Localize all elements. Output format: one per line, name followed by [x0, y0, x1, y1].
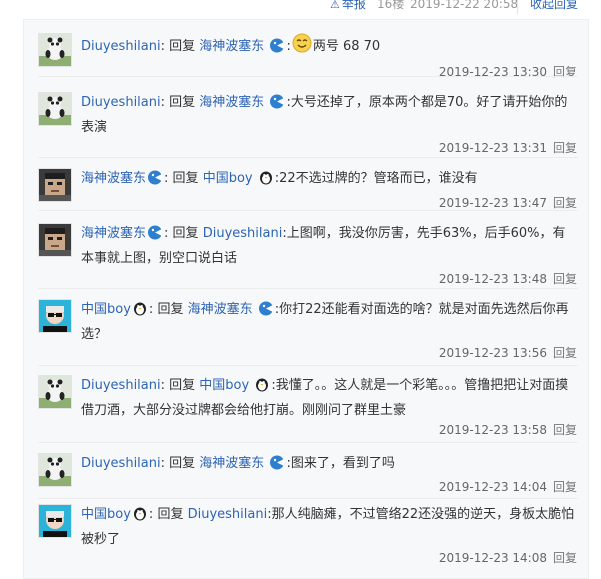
- reply-button[interactable]: 回复: [553, 272, 577, 286]
- reply-time: 2019-12-23 14:04: [438, 480, 547, 494]
- reply-time: 2019-12-23 13:31: [438, 141, 547, 155]
- reply-text: 两号 68 70: [312, 39, 381, 54]
- reply-target[interactable]: Diuyeshilani: [203, 226, 283, 241]
- reply-meta: 2019-12-23 13:30 回复: [439, 64, 577, 80]
- reply-content: 中国boy: 回复 Diuyeshilani:那人纯脑瘫，不过管络22还没强的逆…: [81, 505, 575, 547]
- reply-content: Diuyeshilani: 回复 海神波塞东 :图来了，看到了吗: [81, 453, 577, 478]
- reply-meta: 2019-12-23 14:08 回复: [439, 550, 577, 566]
- reply-author[interactable]: 中国boy: [81, 302, 131, 317]
- post-header-bar: ⚠ 举报 16楼 2019-12-22 20:58 收起回复: [0, 0, 601, 14]
- reply-target[interactable]: 海神波塞东: [199, 39, 264, 54]
- reply-target[interactable]: 海神波塞东: [199, 456, 264, 471]
- reply-button[interactable]: 回复: [553, 141, 577, 155]
- reply-text: 那人纯脑瘫，不过管络22还没强的逆天，身板太脆怕被秒了: [81, 507, 575, 547]
- avatar[interactable]: [38, 375, 72, 409]
- penguin-badge-icon: [132, 300, 148, 324]
- reply-meta: 2019-12-23 13:48 回复: [439, 271, 577, 287]
- badge-icon: [147, 225, 163, 248]
- reply-meta: 2019-12-23 14:04 回复: [439, 479, 577, 495]
- penguin-badge-icon: [254, 376, 270, 400]
- reply-content: 海神波塞东: 回复 Diuyeshilani:上图啊，我没你厉害，先手63%，后…: [81, 225, 566, 266]
- avatar[interactable]: [38, 92, 72, 126]
- reply-divider: [38, 210, 578, 211]
- reply-divider: [38, 76, 578, 77]
- badge-icon: [269, 38, 285, 61]
- penguin-badge-icon: [132, 505, 148, 529]
- avatar[interactable]: [38, 33, 72, 67]
- reply-word: 回复: [169, 378, 196, 393]
- reply-button[interactable]: 回复: [553, 196, 577, 210]
- reply-content: 中国boy: 回复 海神波塞东 :你打22还能看对面选的啥？就是对面先选然后你再…: [81, 300, 569, 342]
- badge-icon: [269, 94, 285, 117]
- reply-word: 回复: [172, 226, 199, 241]
- reply-meta: 2019-12-23 13:47 回复: [439, 195, 577, 211]
- avatar[interactable]: [38, 223, 72, 257]
- reply-time: 2019-12-23 13:47: [438, 196, 547, 210]
- reply-text: 22不选过牌的？管珞而已，谁没有: [279, 171, 478, 186]
- report-link[interactable]: ⚠ 举报: [330, 0, 366, 13]
- reply-word: 回复: [169, 39, 196, 54]
- avatar[interactable]: [38, 504, 72, 538]
- reply-divider: [38, 498, 578, 499]
- reply-author[interactable]: Diuyeshilani: [81, 378, 161, 393]
- reply-target[interactable]: Diuyeshilani: [188, 507, 268, 522]
- reply-target[interactable]: 中国boy: [199, 378, 249, 393]
- reply-word: 回复: [169, 95, 196, 110]
- avatar[interactable]: [38, 299, 72, 333]
- reply-content: Diuyeshilani: 回复 海神波塞东 : 两号 68 70: [81, 33, 577, 61]
- smile-emoji-icon: [292, 33, 312, 61]
- reply-author[interactable]: Diuyeshilani: [81, 456, 161, 471]
- reply-target[interactable]: 中国boy: [203, 171, 253, 186]
- reply-target[interactable]: 海神波塞东: [199, 95, 264, 110]
- reply-divider: [38, 442, 578, 443]
- reply-target[interactable]: 海神波塞东: [188, 302, 253, 317]
- collapse-replies-link[interactable]: 收起回复: [530, 0, 578, 12]
- header-divider: [517, 0, 518, 14]
- reply-author[interactable]: Diuyeshilani: [81, 39, 161, 54]
- reply-meta: 2019-12-23 13:31 回复: [439, 140, 577, 156]
- floor-number: 16楼: [377, 0, 405, 11]
- reply-button[interactable]: 回复: [553, 480, 577, 494]
- reply-content: 海神波塞东: 回复 中国boy :22不选过牌的？管珞而已，谁没有: [81, 168, 577, 193]
- reply-meta: 2019-12-23 13:58 回复: [439, 422, 577, 438]
- reply-author[interactable]: Diuyeshilani: [81, 95, 161, 110]
- avatar[interactable]: [38, 453, 72, 487]
- reply-word: 回复: [172, 171, 199, 186]
- reply-divider: [38, 365, 578, 366]
- report-label: 举报: [341, 0, 366, 11]
- reply-author[interactable]: 海神波塞东: [81, 171, 146, 186]
- penguin-badge-icon: [258, 169, 274, 193]
- reply-word: 回复: [169, 456, 196, 471]
- reply-meta: 2019-12-23 13:56 回复: [439, 345, 577, 361]
- avatar[interactable]: [38, 168, 72, 202]
- reply-time: 2019-12-23 13:56: [438, 346, 547, 360]
- report-icon: ⚠: [330, 0, 340, 11]
- reply-divider: [38, 157, 578, 158]
- reply-author[interactable]: 中国boy: [81, 507, 131, 522]
- reply-button[interactable]: 回复: [553, 423, 577, 437]
- reply-button[interactable]: 回复: [553, 551, 577, 565]
- reply-author[interactable]: 海神波塞东: [81, 226, 146, 241]
- reply-content: Diuyeshilani: 回复 海神波塞东 :大号还掉了，原本两个都是70。好…: [81, 94, 568, 135]
- post-time: 2019-12-22 20:58: [410, 0, 519, 11]
- reply-word: 回复: [157, 507, 184, 522]
- badge-icon: [258, 301, 274, 324]
- reply-time: 2019-12-23 14:08: [438, 551, 547, 565]
- reply-text: 图来了，看到了吗: [290, 456, 395, 471]
- badge-icon: [269, 455, 285, 478]
- badge-icon: [147, 170, 163, 193]
- reply-text: 你打22还能看对面选的啥？就是对面先选然后你再选？: [81, 302, 569, 342]
- reply-divider: [38, 288, 578, 289]
- reply-word: 回复: [157, 302, 184, 317]
- reply-button[interactable]: 回复: [553, 346, 577, 360]
- reply-content: Diuyeshilani: 回复 中国boy :我懂了。。这人就是一个彩笔。。。…: [81, 376, 569, 418]
- reply-time: 2019-12-23 13:48: [438, 272, 547, 286]
- reply-time: 2019-12-23 13:58: [438, 423, 547, 437]
- reply-list-panel: Diuyeshilani: 回复 海神波塞东 : 两号 68 70 2019-12…: [23, 19, 589, 579]
